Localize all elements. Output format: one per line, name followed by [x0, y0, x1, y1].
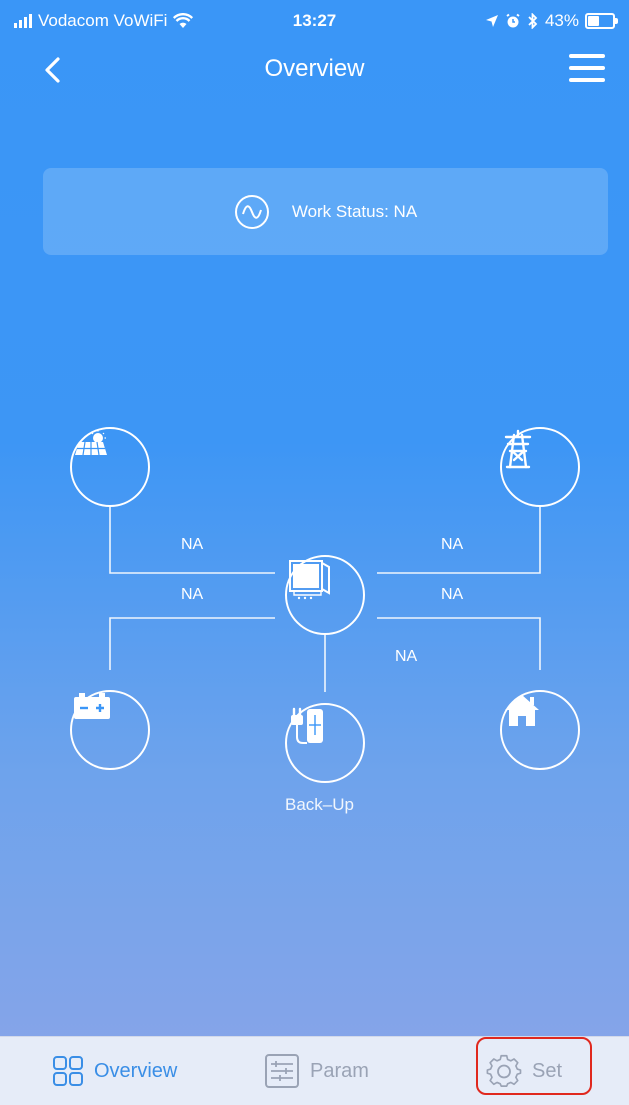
sliders-icon: [265, 1054, 299, 1088]
tab-param-label: Param: [310, 1059, 369, 1082]
power-tower-icon: [504, 429, 532, 469]
backup-node[interactable]: [285, 703, 365, 783]
inverter-icon: [289, 560, 330, 600]
home-node[interactable]: [500, 690, 580, 770]
set-tab-highlight: [476, 1037, 592, 1095]
tab-overview[interactable]: Overview: [52, 1051, 177, 1091]
solar-panel-icon: [75, 430, 107, 456]
grid-icon: [53, 1056, 83, 1086]
backup-label: Back–Up: [285, 795, 354, 814]
tab-overview-label: Overview: [94, 1059, 178, 1082]
grid-node[interactable]: [500, 427, 580, 507]
battery-node[interactable]: [70, 690, 150, 770]
tab-param[interactable]: Param: [264, 1051, 369, 1091]
backup-plug-icon: [291, 707, 323, 744]
battery-icon: [74, 693, 110, 719]
pv-flow-value: NA: [181, 536, 204, 553]
grid-flow-value: NA: [441, 536, 464, 553]
battery-flow-value: NA: [181, 586, 204, 603]
inverter-node[interactable]: [285, 555, 365, 635]
home-icon: [505, 695, 539, 726]
pv-node[interactable]: [70, 427, 150, 507]
load-flow-value: NA: [441, 586, 464, 603]
flow-lines: [109, 507, 541, 692]
battery-flow-line: [109, 617, 275, 670]
backup-flow-value: NA: [395, 648, 418, 665]
